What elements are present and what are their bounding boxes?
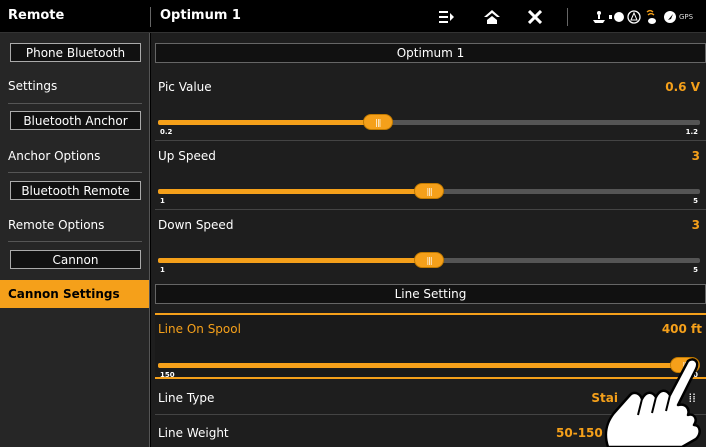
slider-max-label: 1.2 [685,128,698,136]
sidebar-divider [8,103,142,104]
app-title: Remote [8,8,65,23]
row-divider [155,140,706,141]
sidebar-button-cannon[interactable]: Cannon [10,250,141,269]
temperature-icon [645,6,659,28]
battery-icon [609,6,625,28]
down-speed-value: 3 [691,218,700,232]
slider-min-label: 0.2 [160,128,173,136]
slider-thumb[interactable]: ||| [414,252,444,268]
slider-min-label: 1 [160,266,165,274]
slider-fill [158,120,378,125]
line-setting-header: Line Setting [155,284,706,304]
touch-hand-icon [604,358,701,447]
sidebar-button-bluetooth-remote[interactable]: Bluetooth Remote [10,181,141,200]
top-bar: Remote Optimum 1 GPS [0,0,706,33]
line-weight-label: Line Weight [158,426,229,440]
gps-icon: GPS [679,6,693,28]
gps-label: GPS [679,13,694,21]
compass-icon [627,6,641,28]
slider-fill [158,189,429,194]
sidebar-divider [8,241,142,242]
line-type-label: Line Type [158,391,215,405]
device-title: Optimum 1 [160,8,241,23]
slider-min-label: 150 [160,371,175,379]
down-speed-slider[interactable]: ||| 1 5 [158,252,700,274]
menu-icon[interactable] [439,6,455,28]
status-divider [567,8,568,26]
up-speed-slider[interactable]: ||| 1 5 [158,183,700,205]
up-speed-value: 3 [691,149,700,163]
panel-header: Optimum 1 [155,43,706,63]
row-divider [155,209,706,210]
pic-value-slider[interactable]: ||| 0.2 1.2 [158,114,700,136]
home-icon[interactable] [484,6,500,28]
slider-max-label: 5 [693,197,698,205]
boat-icon [592,6,606,28]
down-speed-label: Down Speed [158,218,234,232]
slider-fill [158,258,429,263]
slider-max-label: 5 [693,266,698,274]
close-icon[interactable] [528,6,542,28]
sidebar-item-cannon-settings[interactable]: Cannon Settings [0,280,149,308]
sidebar-item-anchor-options[interactable]: Anchor Options [0,143,149,169]
line-on-spool-label: Line On Spool [158,322,241,336]
sidebar-button-phone-bluetooth[interactable]: Phone Bluetooth [10,43,141,62]
slider-thumb[interactable]: ||| [414,183,444,199]
slider-thumb[interactable]: ||| [362,114,393,130]
sidebar-divider [8,172,142,173]
pic-value-label: Pic Value [158,80,212,94]
slider-min-label: 1 [160,197,165,205]
sidebar-item-settings[interactable]: Settings [0,73,149,99]
line-on-spool-value: 400 ft [661,322,702,336]
pic-value-value: 0.6 V [665,80,700,94]
sidebar-item-remote-options[interactable]: Remote Options [0,212,149,238]
up-speed-label: Up Speed [158,149,216,163]
title-divider [150,7,151,27]
sidebar: Phone Bluetooth Settings Bluetooth Ancho… [0,33,150,447]
sidebar-button-bluetooth-anchor[interactable]: Bluetooth Anchor [10,111,141,130]
navigation-icon [663,6,677,28]
